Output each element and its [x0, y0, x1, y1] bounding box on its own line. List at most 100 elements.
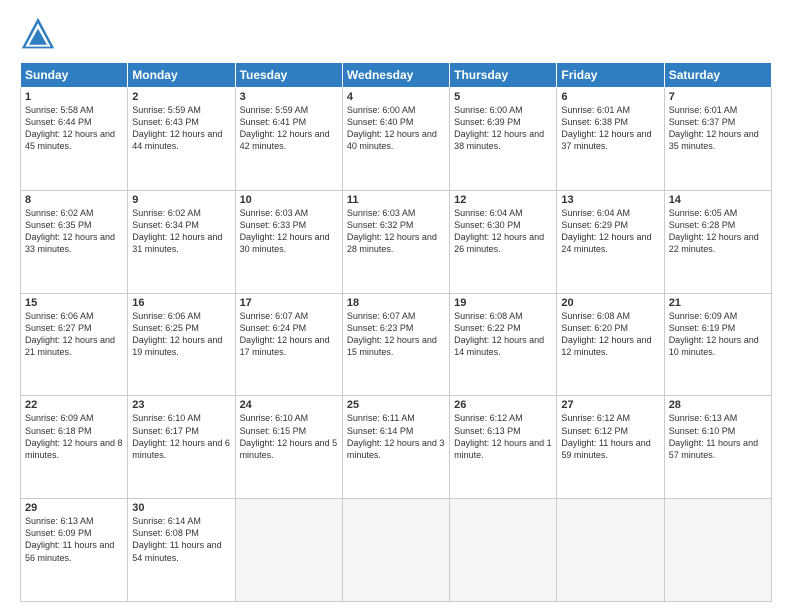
- calendar-table: Sunday Monday Tuesday Wednesday Thursday…: [20, 62, 772, 602]
- calendar-cell: 2 Sunrise: 5:59 AMSunset: 6:43 PMDayligh…: [128, 88, 235, 191]
- day-info: Sunrise: 6:00 AMSunset: 6:40 PMDaylight:…: [347, 105, 437, 151]
- day-info: Sunrise: 6:01 AMSunset: 6:37 PMDaylight:…: [669, 105, 759, 151]
- calendar-cell: 25 Sunrise: 6:11 AMSunset: 6:14 PMDaylig…: [342, 396, 449, 499]
- day-number: 26: [454, 399, 552, 411]
- col-sunday: Sunday: [21, 63, 128, 88]
- day-number: 24: [240, 399, 338, 411]
- day-info: Sunrise: 6:09 AMSunset: 6:19 PMDaylight:…: [669, 311, 759, 357]
- day-info: Sunrise: 5:59 AMSunset: 6:41 PMDaylight:…: [240, 105, 330, 151]
- col-friday: Friday: [557, 63, 664, 88]
- day-number: 25: [347, 399, 445, 411]
- day-number: 13: [561, 194, 659, 206]
- col-monday: Monday: [128, 63, 235, 88]
- day-info: Sunrise: 6:13 AMSunset: 6:10 PMDaylight:…: [669, 413, 758, 459]
- calendar-cell: [557, 499, 664, 602]
- calendar-cell: 20 Sunrise: 6:08 AMSunset: 6:20 PMDaylig…: [557, 293, 664, 396]
- day-number: 14: [669, 194, 767, 206]
- calendar-cell: 15 Sunrise: 6:06 AMSunset: 6:27 PMDaylig…: [21, 293, 128, 396]
- calendar-cell: [235, 499, 342, 602]
- day-info: Sunrise: 6:06 AMSunset: 6:25 PMDaylight:…: [132, 311, 222, 357]
- day-number: 15: [25, 297, 123, 309]
- calendar-cell: 7 Sunrise: 6:01 AMSunset: 6:37 PMDayligh…: [664, 88, 771, 191]
- day-number: 6: [561, 91, 659, 103]
- calendar-cell: 17 Sunrise: 6:07 AMSunset: 6:24 PMDaylig…: [235, 293, 342, 396]
- calendar-header-row: Sunday Monday Tuesday Wednesday Thursday…: [21, 63, 772, 88]
- day-number: 19: [454, 297, 552, 309]
- day-info: Sunrise: 6:06 AMSunset: 6:27 PMDaylight:…: [25, 311, 115, 357]
- col-thursday: Thursday: [450, 63, 557, 88]
- calendar-cell: [664, 499, 771, 602]
- day-info: Sunrise: 6:03 AMSunset: 6:32 PMDaylight:…: [347, 208, 437, 254]
- day-number: 21: [669, 297, 767, 309]
- calendar-cell: 13 Sunrise: 6:04 AMSunset: 6:29 PMDaylig…: [557, 190, 664, 293]
- calendar-row: 22 Sunrise: 6:09 AMSunset: 6:18 PMDaylig…: [21, 396, 772, 499]
- day-info: Sunrise: 6:05 AMSunset: 6:28 PMDaylight:…: [669, 208, 759, 254]
- calendar-page: Sunday Monday Tuesday Wednesday Thursday…: [0, 0, 792, 612]
- day-info: Sunrise: 6:01 AMSunset: 6:38 PMDaylight:…: [561, 105, 651, 151]
- col-tuesday: Tuesday: [235, 63, 342, 88]
- day-number: 29: [25, 502, 123, 514]
- header: [20, 16, 772, 52]
- day-info: Sunrise: 6:02 AMSunset: 6:35 PMDaylight:…: [25, 208, 115, 254]
- col-wednesday: Wednesday: [342, 63, 449, 88]
- day-info: Sunrise: 6:12 AMSunset: 6:12 PMDaylight:…: [561, 413, 650, 459]
- day-info: Sunrise: 6:07 AMSunset: 6:23 PMDaylight:…: [347, 311, 437, 357]
- day-number: 22: [25, 399, 123, 411]
- day-number: 20: [561, 297, 659, 309]
- day-number: 11: [347, 194, 445, 206]
- day-info: Sunrise: 6:14 AMSunset: 6:08 PMDaylight:…: [132, 516, 221, 562]
- day-number: 7: [669, 91, 767, 103]
- day-info: Sunrise: 6:00 AMSunset: 6:39 PMDaylight:…: [454, 105, 544, 151]
- calendar-row: 29 Sunrise: 6:13 AMSunset: 6:09 PMDaylig…: [21, 499, 772, 602]
- day-info: Sunrise: 6:13 AMSunset: 6:09 PMDaylight:…: [25, 516, 114, 562]
- day-info: Sunrise: 5:59 AMSunset: 6:43 PMDaylight:…: [132, 105, 222, 151]
- day-info: Sunrise: 6:03 AMSunset: 6:33 PMDaylight:…: [240, 208, 330, 254]
- day-info: Sunrise: 6:08 AMSunset: 6:22 PMDaylight:…: [454, 311, 544, 357]
- day-number: 30: [132, 502, 230, 514]
- day-number: 16: [132, 297, 230, 309]
- calendar-cell: 16 Sunrise: 6:06 AMSunset: 6:25 PMDaylig…: [128, 293, 235, 396]
- calendar-cell: 10 Sunrise: 6:03 AMSunset: 6:33 PMDaylig…: [235, 190, 342, 293]
- calendar-cell: 23 Sunrise: 6:10 AMSunset: 6:17 PMDaylig…: [128, 396, 235, 499]
- day-info: Sunrise: 6:09 AMSunset: 6:18 PMDaylight:…: [25, 413, 123, 459]
- day-number: 23: [132, 399, 230, 411]
- day-number: 2: [132, 91, 230, 103]
- calendar-cell: 18 Sunrise: 6:07 AMSunset: 6:23 PMDaylig…: [342, 293, 449, 396]
- day-number: 10: [240, 194, 338, 206]
- calendar-cell: 8 Sunrise: 6:02 AMSunset: 6:35 PMDayligh…: [21, 190, 128, 293]
- day-number: 4: [347, 91, 445, 103]
- day-info: Sunrise: 6:02 AMSunset: 6:34 PMDaylight:…: [132, 208, 222, 254]
- day-number: 5: [454, 91, 552, 103]
- calendar-cell: 6 Sunrise: 6:01 AMSunset: 6:38 PMDayligh…: [557, 88, 664, 191]
- day-info: Sunrise: 6:07 AMSunset: 6:24 PMDaylight:…: [240, 311, 330, 357]
- calendar-row: 15 Sunrise: 6:06 AMSunset: 6:27 PMDaylig…: [21, 293, 772, 396]
- calendar-cell: 12 Sunrise: 6:04 AMSunset: 6:30 PMDaylig…: [450, 190, 557, 293]
- calendar-cell: [450, 499, 557, 602]
- col-saturday: Saturday: [664, 63, 771, 88]
- calendar-cell: 11 Sunrise: 6:03 AMSunset: 6:32 PMDaylig…: [342, 190, 449, 293]
- day-info: Sunrise: 6:11 AMSunset: 6:14 PMDaylight:…: [347, 413, 445, 459]
- calendar-cell: 1 Sunrise: 5:58 AMSunset: 6:44 PMDayligh…: [21, 88, 128, 191]
- calendar-cell: 21 Sunrise: 6:09 AMSunset: 6:19 PMDaylig…: [664, 293, 771, 396]
- calendar-cell: 24 Sunrise: 6:10 AMSunset: 6:15 PMDaylig…: [235, 396, 342, 499]
- day-info: Sunrise: 6:10 AMSunset: 6:15 PMDaylight:…: [240, 413, 338, 459]
- day-number: 27: [561, 399, 659, 411]
- day-info: Sunrise: 6:12 AMSunset: 6:13 PMDaylight:…: [454, 413, 552, 459]
- day-number: 1: [25, 91, 123, 103]
- calendar-cell: 9 Sunrise: 6:02 AMSunset: 6:34 PMDayligh…: [128, 190, 235, 293]
- day-info: Sunrise: 6:10 AMSunset: 6:17 PMDaylight:…: [132, 413, 230, 459]
- calendar-cell: 30 Sunrise: 6:14 AMSunset: 6:08 PMDaylig…: [128, 499, 235, 602]
- calendar-cell: 14 Sunrise: 6:05 AMSunset: 6:28 PMDaylig…: [664, 190, 771, 293]
- calendar-row: 1 Sunrise: 5:58 AMSunset: 6:44 PMDayligh…: [21, 88, 772, 191]
- day-number: 3: [240, 91, 338, 103]
- calendar-cell: 27 Sunrise: 6:12 AMSunset: 6:12 PMDaylig…: [557, 396, 664, 499]
- day-info: Sunrise: 6:04 AMSunset: 6:29 PMDaylight:…: [561, 208, 651, 254]
- day-number: 17: [240, 297, 338, 309]
- calendar-cell: 22 Sunrise: 6:09 AMSunset: 6:18 PMDaylig…: [21, 396, 128, 499]
- calendar-cell: 19 Sunrise: 6:08 AMSunset: 6:22 PMDaylig…: [450, 293, 557, 396]
- calendar-cell: 28 Sunrise: 6:13 AMSunset: 6:10 PMDaylig…: [664, 396, 771, 499]
- logo-icon: [20, 16, 56, 52]
- day-info: Sunrise: 6:08 AMSunset: 6:20 PMDaylight:…: [561, 311, 651, 357]
- calendar-cell: 3 Sunrise: 5:59 AMSunset: 6:41 PMDayligh…: [235, 88, 342, 191]
- calendar-row: 8 Sunrise: 6:02 AMSunset: 6:35 PMDayligh…: [21, 190, 772, 293]
